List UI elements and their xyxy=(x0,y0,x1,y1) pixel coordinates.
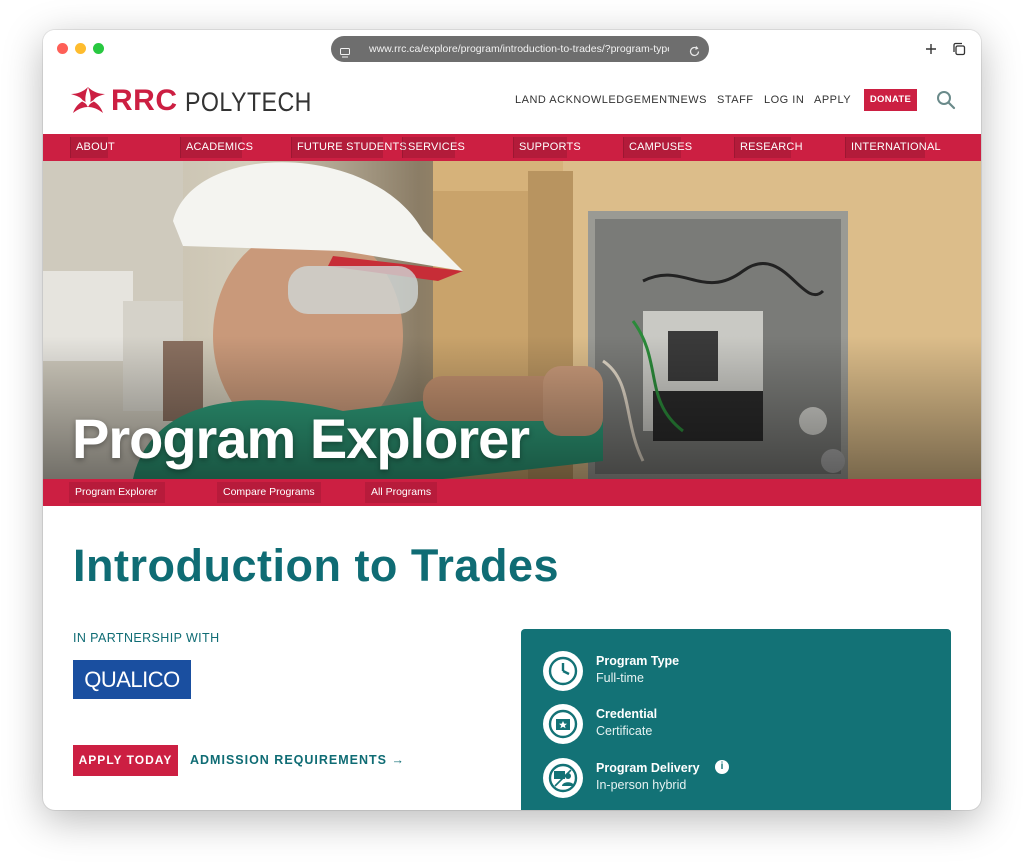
url-text: www.rrc.ca/explore/program/introduction-… xyxy=(369,43,669,55)
logo-suffix: POLYTECH xyxy=(185,87,312,117)
nav-academics[interactable]: ACADEMICS xyxy=(180,137,253,158)
program-info-card: Program Type Full-time Credential Certif… xyxy=(521,629,951,810)
browser-toolbar: www.rrc.ca/explore/program/introduction-… xyxy=(43,30,981,70)
nav-future-students[interactable]: FUTURE STUDENTS xyxy=(291,137,407,158)
nav-research[interactable]: RESEARCH xyxy=(734,137,803,158)
subnav-program-explorer[interactable]: Program Explorer xyxy=(69,482,165,503)
program-delivery-value: In-person hybrid xyxy=(596,778,687,792)
delivery-icon xyxy=(543,758,583,798)
program-title: Introduction to Trades xyxy=(73,540,560,591)
certificate-icon xyxy=(543,704,583,744)
zoom-window-button[interactable] xyxy=(93,43,104,54)
tabs-icon xyxy=(953,42,966,56)
site-header: RRC POLYTECH LAND ACKNOWLEDGEMENT NEWS S… xyxy=(43,70,981,134)
logo-brand: RRC xyxy=(111,84,178,117)
credential-label: Credential xyxy=(596,707,658,721)
program-type-label: Program Type xyxy=(596,654,680,668)
search-button[interactable] xyxy=(936,90,956,110)
address-bar[interactable]: www.rrc.ca/explore/program/introduction-… xyxy=(331,36,709,62)
partner-label: IN PARTNERSHIP WITH xyxy=(73,631,220,645)
tab-overview-button[interactable] xyxy=(945,35,973,63)
rrc-swoosh-icon xyxy=(71,87,105,113)
qualico-logo-text: QUALICO xyxy=(84,667,180,692)
program-delivery-row: Program Delivery i In-person hybrid xyxy=(543,758,943,798)
donate-button[interactable]: DONATE xyxy=(864,89,917,111)
primary-nav: ABOUT ACADEMICS FUTURE STUDENTS SERVICES… xyxy=(43,134,981,161)
nav-land-acknowledgement[interactable]: LAND ACKNOWLEDGEMENT xyxy=(515,94,675,106)
program-type-value: Full-time xyxy=(596,671,644,685)
nav-staff[interactable]: STAFF xyxy=(717,94,754,106)
nav-apply[interactable]: APPLY xyxy=(814,94,851,106)
nav-about[interactable]: ABOUT xyxy=(70,137,115,158)
nav-log-in[interactable]: LOG IN xyxy=(764,94,804,106)
qualico-logo[interactable]: QUALICO xyxy=(73,660,191,699)
close-window-button[interactable] xyxy=(57,43,68,54)
nav-supports[interactable]: SUPPORTS xyxy=(513,137,581,158)
page-settings-icon[interactable] xyxy=(339,43,351,58)
search-icon xyxy=(937,91,956,110)
nav-services[interactable]: SERVICES xyxy=(402,137,465,158)
subnav-compare-programs[interactable]: Compare Programs xyxy=(217,482,321,503)
subnav-all-programs[interactable]: All Programs xyxy=(365,482,437,503)
nav-campuses[interactable]: CAMPUSES xyxy=(623,137,692,158)
reload-icon[interactable] xyxy=(688,42,701,57)
program-type-row: Program Type Full-time xyxy=(543,651,943,691)
nav-news[interactable]: NEWS xyxy=(672,94,707,106)
plus-icon xyxy=(926,44,936,54)
new-tab-button[interactable] xyxy=(917,35,945,63)
nav-international[interactable]: INTERNATIONAL xyxy=(845,137,941,158)
program-sub-nav: Program Explorer Compare Programs All Pr… xyxy=(43,479,981,506)
hero-title: Program Explorer xyxy=(72,407,530,470)
clock-icon xyxy=(543,651,583,691)
credential-row: Credential Certificate xyxy=(543,704,943,744)
program-delivery-label: Program Delivery xyxy=(596,761,700,775)
hero-banner: Program Explorer xyxy=(43,161,981,479)
minimize-window-button[interactable] xyxy=(75,43,86,54)
admission-requirements-link[interactable]: ADMISSION REQUIREMENTS → xyxy=(190,753,405,767)
credential-value: Certificate xyxy=(596,724,653,738)
browser-window: www.rrc.ca/explore/program/introduction-… xyxy=(43,30,981,810)
info-icon[interactable]: i xyxy=(715,760,729,774)
apply-today-button[interactable]: APPLY TODAY xyxy=(73,745,178,776)
